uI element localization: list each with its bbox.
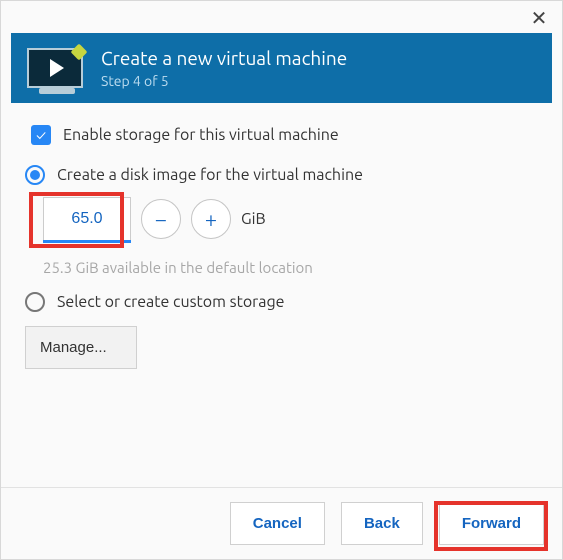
custom-storage-radio[interactable]: [25, 292, 45, 312]
custom-storage-row: Select or create custom storage: [25, 292, 538, 312]
disk-size-row: − + GiB: [43, 197, 538, 241]
back-button[interactable]: Back: [341, 502, 423, 545]
enable-storage-row: ✓ Enable storage for this virtual machin…: [31, 125, 538, 145]
wizard-body: ✓ Enable storage for this virtual machin…: [1, 103, 562, 383]
wizard-title: Create a new virtual machine: [101, 47, 347, 69]
manage-button[interactable]: Manage...: [25, 326, 137, 369]
input-underline: [43, 240, 131, 243]
new-vm-dialog: ✕ Create a new virtual machine Step 4 of…: [0, 0, 563, 560]
header-text: Create a new virtual machine Step 4 of 5: [101, 47, 347, 89]
disk-size-input-wrap: [43, 197, 131, 241]
forward-button[interactable]: Forward: [439, 502, 544, 545]
create-disk-radio[interactable]: [25, 165, 45, 185]
increase-button[interactable]: +: [191, 199, 231, 239]
available-space-hint: 25.3 GiB available in the default locati…: [43, 259, 538, 276]
enable-storage-checkbox[interactable]: ✓: [31, 125, 51, 145]
vm-monitor-icon: [27, 48, 83, 88]
enable-storage-label: Enable storage for this virtual machine: [63, 126, 339, 144]
disk-size-input[interactable]: [43, 197, 131, 241]
wizard-footer: Cancel Back Forward: [1, 487, 562, 559]
play-icon: [50, 59, 64, 77]
custom-storage-label: Select or create custom storage: [57, 293, 285, 311]
titlebar: ✕: [1, 1, 562, 27]
wizard-step: Step 4 of 5: [101, 73, 347, 89]
size-unit-label: GiB: [241, 210, 266, 228]
decrease-button[interactable]: −: [141, 199, 181, 239]
close-icon[interactable]: ✕: [530, 9, 548, 27]
cancel-button[interactable]: Cancel: [230, 502, 325, 545]
wizard-header: Create a new virtual machine Step 4 of 5: [11, 33, 552, 103]
create-disk-row: Create a disk image for the virtual mach…: [25, 165, 538, 185]
create-disk-label: Create a disk image for the virtual mach…: [57, 166, 363, 184]
new-star-icon: [71, 44, 88, 61]
